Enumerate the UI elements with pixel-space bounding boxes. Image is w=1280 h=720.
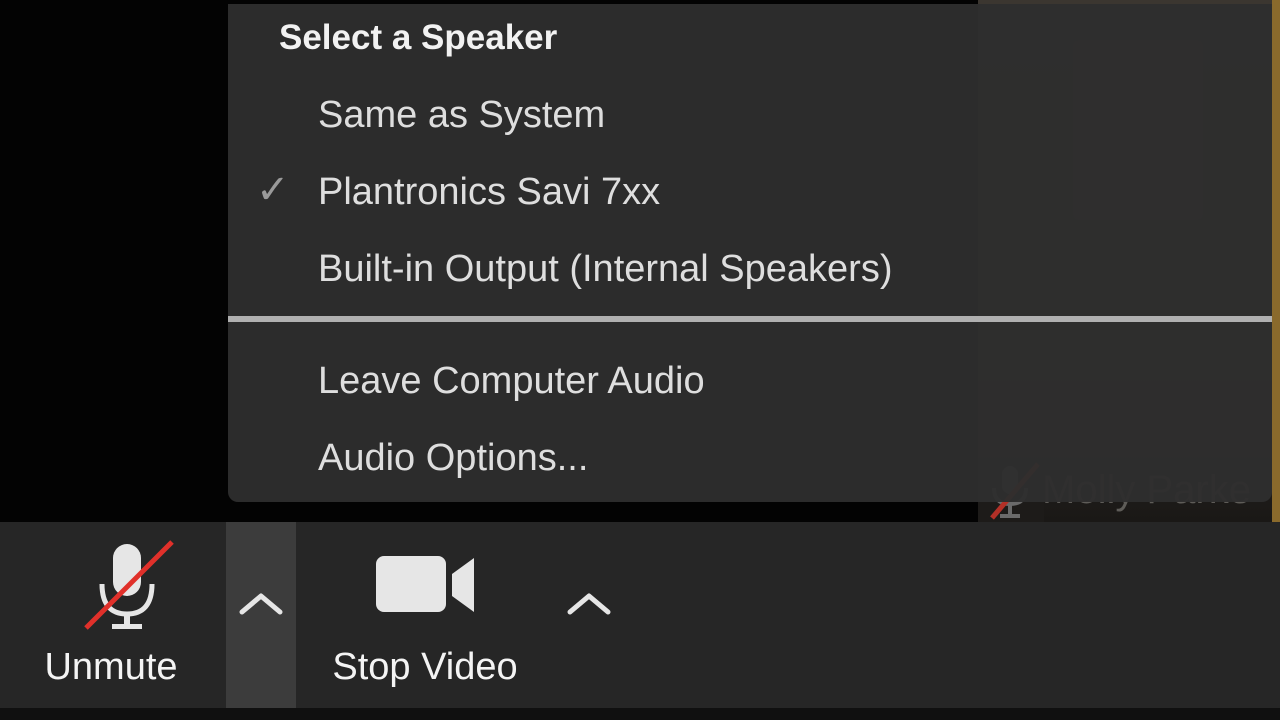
stop-video-button[interactable]: Stop Video	[310, 522, 540, 708]
caret-up-icon	[239, 593, 283, 615]
audio-options-caret-button[interactable]	[226, 522, 296, 708]
menu-item-label: Plantronics Savi 7xx	[318, 171, 661, 213]
menu-item-audio-options[interactable]: Audio Options...	[228, 423, 1272, 493]
menu-item-label: Audio Options...	[318, 437, 589, 479]
menu-item-built-in-output[interactable]: Built-in Output (Internal Speakers)	[228, 234, 1272, 304]
zoom-meeting-window: Molly Parke Select a Speaker Same as Sys…	[0, 0, 1280, 720]
window-bottom-edge	[0, 708, 1280, 720]
unmute-button[interactable]: Unmute	[20, 522, 202, 708]
menu-item-label: Built-in Output (Internal Speakers)	[318, 248, 893, 290]
video-options-caret-button[interactable]	[554, 522, 624, 708]
audio-dropdown-menu: Select a Speaker Same as System ✓ Plantr…	[228, 4, 1272, 502]
unmute-label: Unmute	[44, 646, 178, 688]
checkmark-icon: ✓	[256, 168, 290, 212]
caret-up-icon	[567, 593, 611, 615]
stop-video-label: Stop Video	[332, 646, 518, 688]
menu-separator	[228, 316, 1272, 322]
microphone-muted-icon	[84, 540, 174, 630]
menu-item-plantronics-savi[interactable]: ✓ Plantronics Savi 7xx	[228, 157, 1272, 227]
menu-item-same-as-system[interactable]: Same as System	[228, 80, 1272, 150]
video-camera-icon	[376, 556, 474, 612]
menu-item-label: Leave Computer Audio	[318, 360, 705, 402]
menu-header: Select a Speaker	[279, 18, 558, 57]
video-background-edge	[1272, 0, 1280, 522]
menu-item-leave-computer-audio[interactable]: Leave Computer Audio	[228, 346, 1272, 416]
menu-item-label: Same as System	[318, 94, 606, 136]
meeting-toolbar: Unmute Stop Video	[0, 522, 1280, 720]
